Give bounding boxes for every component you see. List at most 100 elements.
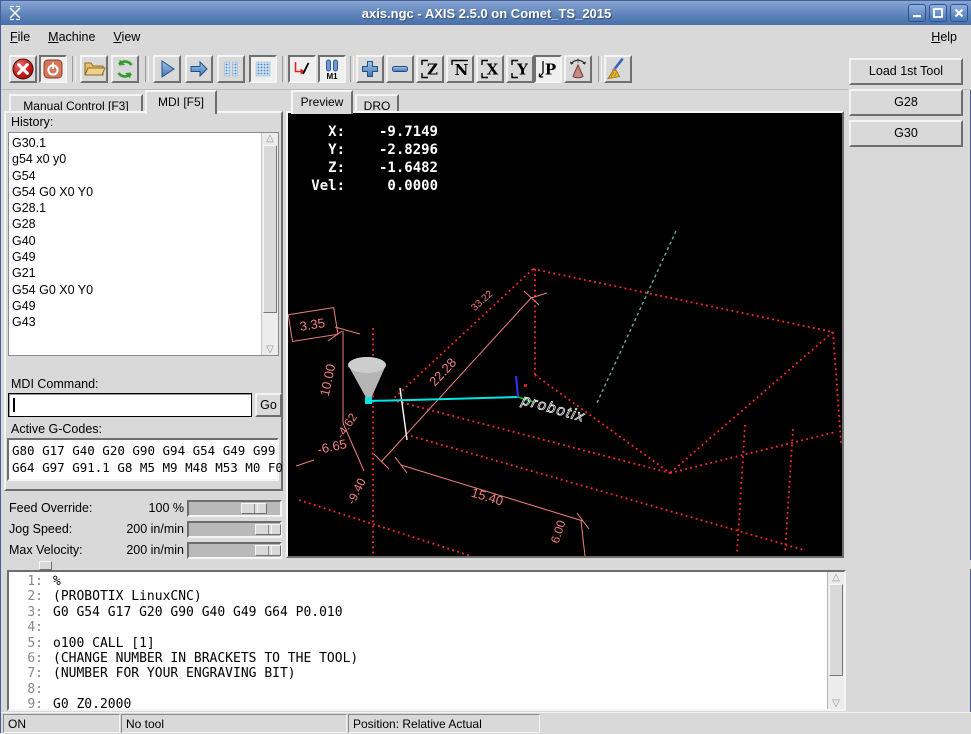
history-item[interactable]: G30.1 <box>12 135 260 151</box>
menu-help[interactable]: Help <box>922 27 966 47</box>
jog-speed-label: Jog Speed: <box>9 522 72 536</box>
menu-file[interactable]: File <box>1 27 39 47</box>
readout-y-label: Y: <box>328 142 345 158</box>
readout-x-value: -9.7149 <box>379 124 438 140</box>
step-line-button[interactable] <box>185 55 213 83</box>
go-button[interactable]: Go <box>255 393 282 417</box>
history-item[interactable]: G28.1 <box>12 200 260 216</box>
titlebar[interactable]: axis.ngc - AXIS 2.5.0 on Comet_TS_2015 <box>1 1 971 25</box>
history-item[interactable]: G49 <box>12 249 260 265</box>
optional-pause-m1-button[interactable]: M1 <box>318 55 346 83</box>
rotate-cone-icon <box>566 57 590 81</box>
history-item[interactable]: G54 <box>12 168 260 184</box>
line-number: 8: <box>9 682 43 697</box>
slider-handle[interactable] <box>255 524 281 535</box>
estop-button[interactable] <box>9 55 37 83</box>
menu-view[interactable]: View <box>104 27 149 47</box>
line-text: % <box>43 574 61 589</box>
view-z-rotated-button[interactable]: N <box>446 55 474 83</box>
max-velocity-slider[interactable] <box>187 542 282 559</box>
line-number: 4: <box>9 620 43 635</box>
maximize-button[interactable] <box>929 4 947 22</box>
tab-preview[interactable]: Preview <box>291 90 353 114</box>
history-item[interactable]: G40 <box>12 233 260 249</box>
view-y-icon: Y <box>508 57 532 81</box>
code-line: 7:(NUMBER FOR YOUR ENGRAVING BIT) <box>9 666 827 681</box>
history-item[interactable]: G28 <box>12 216 260 232</box>
minus-icon <box>388 57 412 81</box>
mdi-history-list[interactable]: G30.1g54 x0 y0G54G54 G0 X0 Y0G28.1G28G40… <box>12 135 260 353</box>
preview-canvas-svg[interactable]: probotix X: -9.7149 Y: -2.8296 Z: -1.648… <box>288 113 842 556</box>
g30-button[interactable]: G30 <box>849 120 963 147</box>
history-item[interactable]: G54 G0 X0 Y0 <box>12 282 260 298</box>
scroll-down-icon[interactable]: ▽ <box>830 698 842 709</box>
history-item[interactable]: G49 <box>12 298 260 314</box>
engraving-text: probotix <box>519 391 587 426</box>
broom-icon <box>606 57 630 81</box>
rotate-view-button[interactable] <box>564 55 592 83</box>
scroll-up-icon[interactable]: △ <box>830 572 842 583</box>
pause-button[interactable] <box>217 55 245 83</box>
feed-override-slider[interactable] <box>187 500 282 517</box>
line-text: G0 G54 G17 G20 G90 G40 G49 G64 P0.010 <box>43 605 343 620</box>
zoom-in-button[interactable] <box>356 55 384 83</box>
jog-speed-slider[interactable] <box>187 521 282 538</box>
mdi-command-label: MDI Command: <box>11 377 99 391</box>
close-button[interactable] <box>950 4 968 22</box>
minimize-button[interactable] <box>908 4 926 22</box>
view-y-button[interactable]: Y <box>506 55 534 83</box>
readout-vel-value: 0.0000 <box>387 178 438 194</box>
clear-plot-button[interactable] <box>604 55 632 83</box>
reload-file-button[interactable] <box>111 55 139 83</box>
dimension-label: -9.40 <box>344 476 369 507</box>
view-x-button[interactable]: X <box>476 55 504 83</box>
machine-power-button[interactable] <box>39 55 67 83</box>
toolbar-separator <box>72 56 76 82</box>
history-scrollbar[interactable]: △ ▽ <box>261 133 278 355</box>
code-scrollbar[interactable]: △ ▽ <box>827 572 844 709</box>
code-line: 8: <box>9 682 827 697</box>
scroll-up-icon[interactable]: △ <box>264 133 276 144</box>
scroll-down-icon[interactable]: ▽ <box>264 344 276 355</box>
line-text <box>43 682 53 697</box>
active-gcodes-line: G80 G17 G40 G20 G90 G94 G54 G49 G99 <box>12 442 277 459</box>
open-file-button[interactable] <box>80 55 108 83</box>
toolpath-cyan <box>365 397 518 404</box>
statusbar: ON No tool Position: Relative Actual <box>1 712 971 734</box>
run-program-button[interactable] <box>153 55 181 83</box>
max-velocity-value: 200 in/min <box>84 543 184 557</box>
history-item[interactable]: G54 G0 X0 Y0 <box>12 184 260 200</box>
code-scroll-thumb[interactable] <box>829 584 843 676</box>
view-z-button[interactable]: Z <box>416 55 444 83</box>
svg-text:N: N <box>455 61 469 79</box>
code-line: 1:% <box>9 574 827 589</box>
slider-handle[interactable] <box>255 545 281 556</box>
power-icon <box>41 57 65 81</box>
dimension-label: 6.00 <box>548 518 569 545</box>
sash-grip[interactable] <box>39 561 52 570</box>
history-item[interactable]: G43 <box>12 314 260 330</box>
view-perspective-button[interactable]: P <box>534 55 562 83</box>
mdi-command-input[interactable] <box>8 393 252 417</box>
line-number: 7: <box>9 666 43 681</box>
close-icon <box>953 7 965 19</box>
skip-lines-button[interactable] <box>288 55 316 83</box>
history-scroll-thumb[interactable] <box>263 145 277 313</box>
tab-mdi[interactable]: MDI [F5] <box>145 90 217 114</box>
active-gcodes-label: Active G-Codes: <box>11 422 102 436</box>
pane-sash[interactable] <box>1 560 971 569</box>
rapid-move-line <box>596 231 676 405</box>
slider-handle[interactable] <box>241 503 267 514</box>
mdi-history-box: G30.1g54 x0 y0G54G54 G0 X0 Y0G28.1G28G40… <box>8 132 279 356</box>
menu-machine[interactable]: Machine <box>39 27 104 47</box>
history-item[interactable]: G21 <box>12 265 260 281</box>
line-number: 3: <box>9 605 43 620</box>
app-icon <box>7 5 23 21</box>
history-item[interactable]: g54 x0 y0 <box>12 151 260 167</box>
zoom-out-button[interactable] <box>386 55 414 83</box>
readout-z-label: Z: <box>328 160 345 176</box>
g28-button[interactable]: G28 <box>849 89 963 116</box>
load-first-tool-button[interactable]: Load 1st Tool <box>849 58 963 85</box>
gcode-listing[interactable]: 1:%2:(PROBOTIX LinuxCNC)3:G0 G54 G17 G20… <box>7 570 846 711</box>
stop-button[interactable] <box>249 55 277 83</box>
